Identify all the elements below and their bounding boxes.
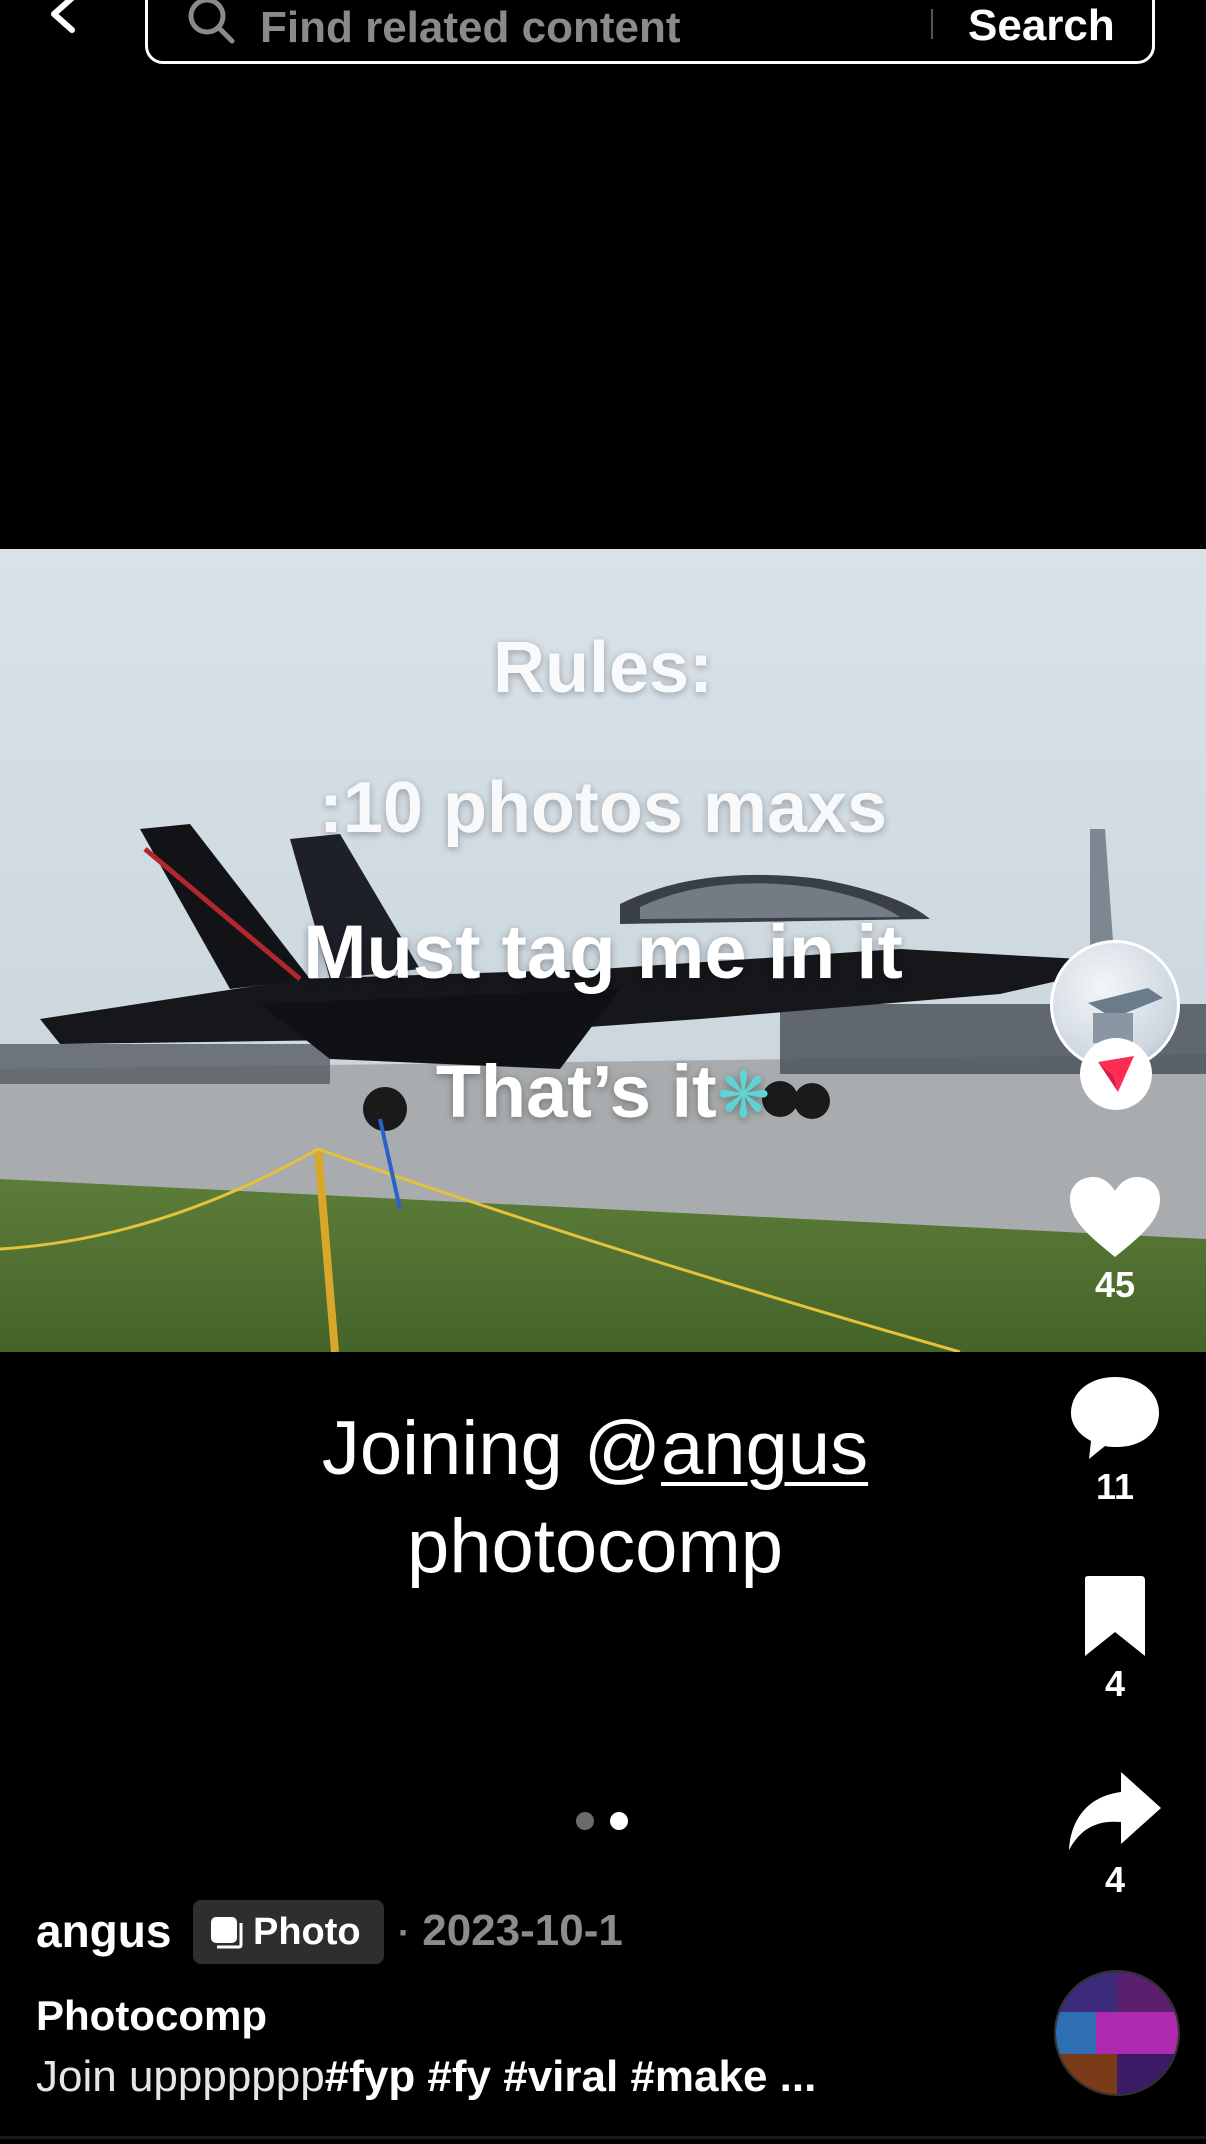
bookmark-icon [1085,1576,1145,1656]
like-count: 45 [1094,1264,1136,1305]
back-button[interactable] [40,0,90,44]
caption-suffix: photocomp [406,1504,784,1589]
save-count: 4 [1104,1663,1126,1704]
search-bar[interactable]: Find related content Search [145,0,1155,64]
overlay-rule-1: :10 photos maxs [318,768,888,848]
comment-count: 11 [1095,1466,1135,1507]
caption-prefix: Joining @ [321,1406,662,1491]
description-text: Join uppppppp [36,2052,325,2101]
fairy-emoji-icon: ❋ [716,1059,771,1131]
search-icon [188,0,235,44]
post-photo[interactable]: Rules: :10 photos maxs Must tag me in it… [0,549,1206,1352]
save-button[interactable]: 4 [1060,1574,1170,1705]
post-caption: Joining @angus photocomp [0,1400,1190,1596]
chevron-left-icon [51,0,75,33]
search-input[interactable]: Find related content [260,3,680,53]
overlay-rules-heading: Rules: [492,628,714,708]
author-name[interactable]: angus [36,1904,171,1958]
share-arrow-icon [1069,1772,1161,1850]
post-title: Photocomp [36,1992,267,2039]
overlay-rule-3: That’s it [435,1050,717,1133]
music-cover-image [1056,1972,1178,2094]
pagination-dot-1[interactable] [576,1812,594,1830]
mention-link[interactable]: angus [661,1406,868,1491]
search-divider [931,9,933,39]
photo-type-badge: Photo [193,1900,384,1964]
search-button[interactable]: Search [968,1,1115,51]
comment-button[interactable]: 11 [1060,1375,1170,1508]
share-count: 4 [1104,1859,1126,1900]
description-hashtags[interactable]: #fyp #fy #viral #make ... [325,2052,817,2101]
overlay-rule-2: Must tag me in it [303,910,903,995]
music-disc[interactable] [1054,1970,1180,2096]
post-date: 2023-10-1 [422,1906,623,1955]
share-button[interactable]: 4 [1060,1770,1170,1901]
bottom-divider [0,2136,1206,2139]
overlay-rule-3-row: That’s it❋ [0,1049,1206,1134]
date-separator: · [398,1912,410,1953]
post-description[interactable]: Join uppppppp#fyp #fy #viral #make ... [36,2052,816,2102]
photo-icon [211,1917,243,1949]
pagination-dot-2[interactable] [610,1812,628,1830]
post-date-row: · 2023-10-1 [398,1906,623,1956]
follow-button[interactable] [1080,1038,1152,1110]
comment-bubble-icon [1071,1377,1159,1459]
like-button[interactable]: 45 [1060,1175,1170,1306]
badge-label: Photo [253,1910,361,1953]
heart-icon [1070,1177,1160,1257]
follow-check-icon [1098,1056,1134,1092]
